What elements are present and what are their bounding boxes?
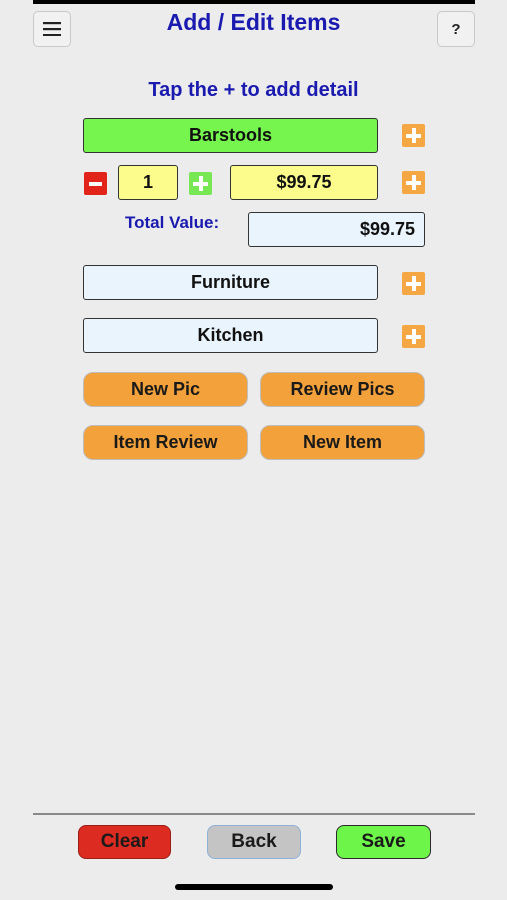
- category-value: Furniture: [191, 272, 270, 292]
- add-category-plus-icon[interactable]: [402, 272, 425, 295]
- quantity-field[interactable]: 1: [118, 165, 178, 200]
- review-pics-label: Review Pics: [290, 379, 395, 399]
- add-price-detail-plus-icon[interactable]: [402, 171, 425, 194]
- instruction-text: Tap the + to add detail: [148, 79, 359, 101]
- quantity-value: 1: [142, 172, 153, 192]
- help-label: ?: [451, 20, 461, 38]
- clear-button[interactable]: Clear: [78, 825, 171, 859]
- footer-divider: [33, 813, 475, 815]
- back-label: Back: [231, 831, 277, 852]
- save-button[interactable]: Save: [336, 825, 431, 859]
- top-edge-bar: [33, 0, 475, 4]
- add-location-plus-icon[interactable]: [402, 325, 425, 348]
- new-item-label: New Item: [302, 432, 383, 452]
- back-button[interactable]: Back: [207, 825, 301, 859]
- increase-quantity-plus-icon[interactable]: [189, 172, 212, 195]
- clear-label: Clear: [100, 831, 149, 852]
- item-name-value: Barstools: [188, 125, 273, 145]
- help-button[interactable]: ?: [437, 11, 475, 47]
- new-pic-button[interactable]: New Pic: [83, 372, 248, 407]
- item-review-label: Item Review: [113, 432, 218, 452]
- total-value-label: Total Value:: [125, 213, 220, 232]
- category-field[interactable]: Furniture: [83, 265, 378, 300]
- location-field[interactable]: Kitchen: [83, 318, 378, 353]
- new-pic-label: New Pic: [130, 379, 201, 399]
- review-pics-button[interactable]: Review Pics: [260, 372, 425, 407]
- new-item-button[interactable]: New Item: [260, 425, 425, 460]
- home-indicator: [175, 884, 333, 890]
- total-value-field: $99.75: [248, 212, 425, 247]
- total-value-amount: $99.75: [359, 219, 415, 239]
- page-title: Add / Edit Items: [166, 9, 341, 35]
- save-label: Save: [361, 831, 406, 852]
- add-name-detail-plus-icon[interactable]: [402, 124, 425, 147]
- unit-price-field[interactable]: $99.75: [230, 165, 378, 200]
- location-value: Kitchen: [197, 325, 264, 345]
- item-review-button[interactable]: Item Review: [83, 425, 248, 460]
- decrease-quantity-minus-icon[interactable]: [84, 172, 107, 195]
- item-name-field[interactable]: Barstools: [83, 118, 378, 153]
- unit-price-value: $99.75: [276, 172, 332, 192]
